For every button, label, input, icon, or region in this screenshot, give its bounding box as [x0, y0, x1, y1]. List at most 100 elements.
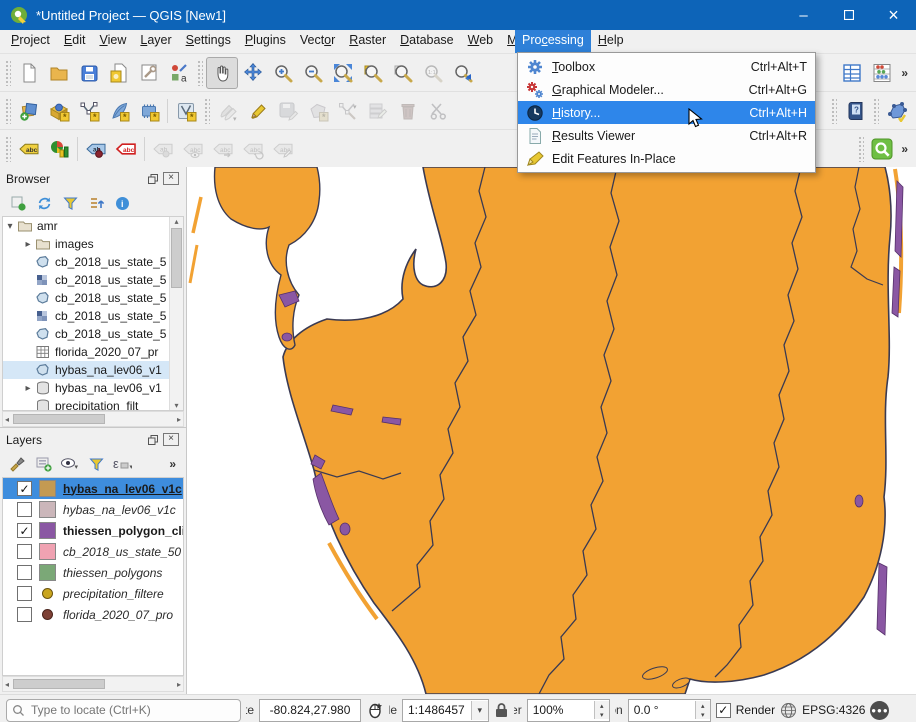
menu-processing[interactable]: Processing — [515, 30, 591, 53]
open-attribute-table-button[interactable] — [837, 58, 867, 88]
identify-features-button[interactable] — [867, 134, 897, 164]
new-print-layout-button[interactable] — [104, 58, 134, 88]
manage-map-themes-button[interactable]: ▾ — [60, 454, 80, 474]
coordinate-box[interactable]: -80.824,27.980 — [259, 699, 361, 722]
browser-close-button[interactable]: × — [162, 171, 180, 187]
layers-close-button[interactable]: × — [162, 432, 180, 448]
menu-item-edit-features-in-place[interactable]: Edit Features In-Place — [518, 147, 815, 170]
layer-checkbox[interactable] — [17, 502, 32, 517]
scale-dropdown-button[interactable]: ▾ — [471, 701, 488, 720]
browser-item-amr[interactable]: ▾amr — [3, 217, 183, 235]
menu-layer[interactable]: Layer — [133, 30, 178, 53]
menu-raster[interactable]: Raster — [342, 30, 393, 53]
browser-item-vector[interactable]: cb_2018_us_state_5 — [3, 325, 183, 343]
minimize-button[interactable]: – — [781, 0, 826, 30]
expander-icon[interactable]: ▾ — [3, 221, 17, 232]
toggle-editing-button[interactable] — [243, 96, 273, 126]
menu-settings[interactable]: Settings — [179, 30, 238, 53]
rotation-spinbox[interactable]: 0.0 °▴▾ — [628, 699, 711, 722]
close-button[interactable]: × — [871, 0, 916, 30]
menu-vector[interactable]: Vector — [293, 30, 342, 53]
toolbar-grip[interactable] — [5, 98, 11, 124]
layers-horizontal-scrollbar[interactable]: ◂▸ — [2, 676, 184, 692]
extents-toggle-icon[interactable] — [366, 701, 384, 719]
scale-combo[interactable]: 1:1486457▾ — [402, 699, 489, 722]
layer-row[interactable]: cb_2018_us_state_50 — [3, 541, 183, 562]
layer-checkbox[interactable]: ✓ — [17, 523, 32, 538]
browser-filter-button[interactable] — [60, 193, 80, 213]
layer-row[interactable]: florida_2020_07_pro — [3, 604, 183, 625]
filter-legend-button[interactable] — [86, 454, 106, 474]
toolbar-grip[interactable] — [197, 60, 203, 86]
map-canvas[interactable] — [187, 167, 916, 694]
pin-labels-button[interactable]: ab — [81, 134, 111, 164]
zoom-in-button[interactable] — [268, 58, 298, 88]
toolbar-grip[interactable] — [831, 98, 837, 124]
vertex-tool-button[interactable]: ▾ — [333, 96, 363, 126]
locator-search[interactable] — [6, 699, 241, 722]
add-group-button[interactable] — [34, 454, 54, 474]
current-edits-button[interactable]: ▾ — [213, 96, 243, 126]
browser-float-button[interactable] — [144, 171, 162, 187]
browser-item-vector[interactable]: cb_2018_us_state_5 — [3, 289, 183, 307]
layers-float-button[interactable] — [144, 432, 162, 448]
expander-icon[interactable]: ▸ — [21, 239, 35, 250]
render-toggle[interactable]: ✓ Render — [716, 703, 775, 718]
new-spatialite-layer-button[interactable] — [104, 96, 134, 126]
open-layer-styling-button[interactable] — [8, 454, 28, 474]
browser-item-selected[interactable]: hybas_na_lev06_v1 — [3, 361, 183, 379]
cut-features-button[interactable] — [423, 96, 453, 126]
layer-checkbox[interactable] — [17, 544, 32, 559]
modify-attributes-button[interactable] — [363, 96, 393, 126]
pan-to-selection-button[interactable] — [238, 58, 268, 88]
magnifier-spinbox[interactable]: 100%▴▾ — [527, 699, 610, 722]
menu-database[interactable]: Database — [393, 30, 461, 53]
data-source-manager-button[interactable] — [14, 96, 44, 126]
new-project-button[interactable] — [14, 58, 44, 88]
new-geopackage-layer-button[interactable] — [44, 96, 74, 126]
lock-scale-icon[interactable] — [494, 702, 509, 718]
menu-web[interactable]: Web — [461, 30, 500, 53]
layer-diagram-button[interactable] — [44, 134, 74, 164]
new-shapefile-layer-button[interactable] — [74, 96, 104, 126]
menu-view[interactable]: View — [92, 30, 133, 53]
zoom-full-button[interactable] — [328, 58, 358, 88]
browser-item-raster[interactable]: cb_2018_us_state_5 — [3, 271, 183, 289]
toolbar-grip[interactable] — [873, 98, 879, 124]
browser-item-database[interactable]: precipitation_filt — [3, 397, 183, 411]
new-virtual-layer-button[interactable] — [134, 96, 164, 126]
toolbar-grip[interactable] — [204, 98, 210, 124]
scrollbar-thumb[interactable] — [13, 414, 105, 424]
toolbar-overflow-button[interactable]: » — [897, 142, 912, 156]
layer-row[interactable]: precipitation_filtere — [3, 583, 183, 604]
zoom-out-button[interactable] — [298, 58, 328, 88]
messages-button[interactable]: ●●● — [870, 701, 889, 720]
zoom-native-button[interactable]: 1:1 — [418, 58, 448, 88]
layers-overflow-button[interactable]: » — [165, 457, 180, 471]
scroll-left-icon[interactable]: ◂ — [3, 415, 11, 424]
new-memory-layer-button[interactable] — [171, 96, 201, 126]
layer-row[interactable]: ✓thiessen_polygon_cli — [3, 520, 183, 541]
menu-item-toolbox[interactable]: Toolbox Ctrl+Alt+T — [518, 55, 815, 78]
crs-globe-icon[interactable] — [780, 702, 797, 719]
menu-item-history[interactable]: History... Ctrl+Alt+H — [518, 101, 815, 124]
save-project-button[interactable] — [74, 58, 104, 88]
browser-item-images[interactable]: ▸images — [3, 235, 183, 253]
help-contents-button[interactable]: ? — [840, 96, 870, 126]
browser-horizontal-scrollbar[interactable]: ◂▸ — [2, 411, 184, 427]
spin-up-icon[interactable]: ▴ — [696, 701, 710, 710]
move-label-button[interactable]: abc — [208, 134, 238, 164]
layer-row[interactable]: thiessen_polygons — [3, 562, 183, 583]
crs-status[interactable]: EPSG:4326 — [802, 703, 865, 717]
menu-project[interactable]: Project — [4, 30, 57, 53]
browser-collapse-all-button[interactable] — [86, 193, 106, 213]
layout-manager-button[interactable] — [134, 58, 164, 88]
browser-item-database[interactable]: ▸hybas_na_lev06_v1 — [3, 379, 183, 397]
change-label-button[interactable]: abc — [268, 134, 298, 164]
scrollbar-thumb[interactable] — [171, 228, 182, 288]
layer-checkbox[interactable] — [17, 586, 32, 601]
scroll-left-icon[interactable]: ◂ — [3, 680, 11, 689]
save-edits-button[interactable] — [273, 96, 303, 126]
style-manager-button[interactable]: a — [164, 58, 194, 88]
vertex-editor-button[interactable] — [882, 96, 912, 126]
